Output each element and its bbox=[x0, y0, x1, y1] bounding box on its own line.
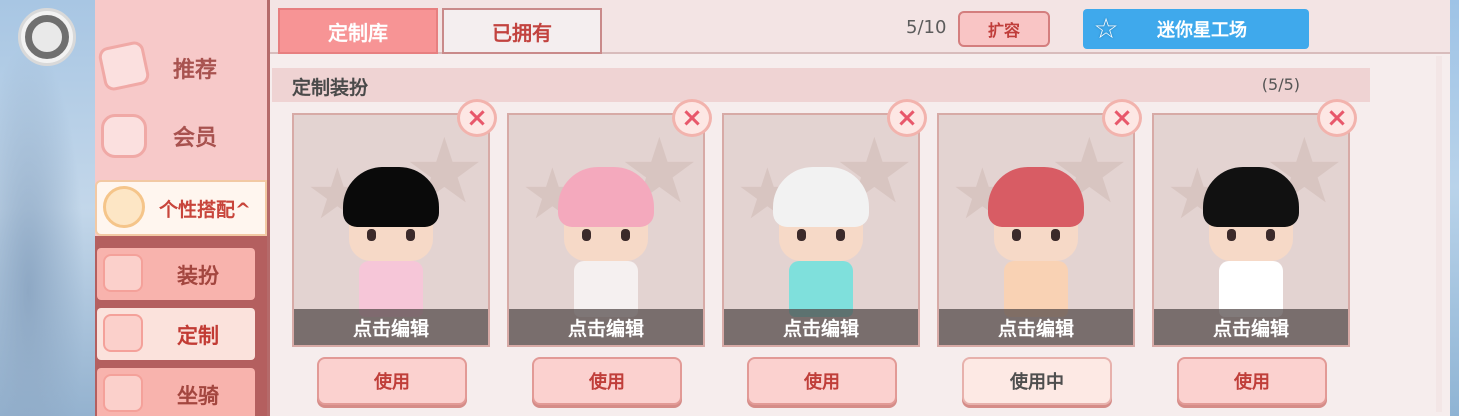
side-menu: 推荐 会员 个性搭配^ 装扮 定制 坐骑 bbox=[95, 0, 270, 416]
avatar-preview bbox=[771, 155, 871, 323]
factory-label: 迷你星工场 bbox=[1157, 20, 1247, 41]
edit-label[interactable]: 点击编辑 bbox=[939, 309, 1133, 345]
section-title: 定制装扮 bbox=[292, 77, 369, 99]
edit-label[interactable]: 点击编辑 bbox=[509, 309, 703, 345]
use-button[interactable]: 使用 bbox=[532, 357, 682, 405]
main-panel: 定制库 已拥有 5/10 扩容 ☆ 迷你星工场 定制装扮 (5/5) ★ ★ 点… bbox=[270, 0, 1450, 416]
delete-icon[interactable]: × bbox=[887, 99, 927, 137]
recommend-icon bbox=[96, 39, 152, 93]
scrollbar[interactable] bbox=[1436, 56, 1442, 412]
sub-item-label: 装扮 bbox=[177, 264, 219, 288]
sub-item-label: 坐骑 bbox=[177, 384, 219, 408]
submenu: 装扮 定制 坐骑 bbox=[95, 236, 267, 416]
sub-item-custom[interactable]: 定制 bbox=[97, 308, 255, 360]
side-item-label: 个性搭配 bbox=[159, 198, 236, 221]
avatar-preview bbox=[556, 155, 656, 323]
outfit-card[interactable]: ★ ★ 点击编辑 bbox=[507, 113, 705, 347]
sub-item-label: 定制 bbox=[177, 324, 219, 348]
mini-star-factory-button[interactable]: ☆ 迷你星工场 bbox=[1083, 9, 1309, 49]
use-button-in-use[interactable]: 使用中 bbox=[962, 357, 1112, 405]
side-item-style[interactable]: 个性搭配^ bbox=[95, 180, 267, 236]
star-icon: ☆ bbox=[1093, 12, 1119, 45]
chevron-up-icon: ^ bbox=[235, 198, 251, 221]
sub-item-mount[interactable]: 坐骑 bbox=[97, 368, 255, 416]
avatar-preview bbox=[1201, 155, 1301, 323]
side-item-recommend[interactable]: 推荐 bbox=[95, 38, 267, 98]
mount-icon bbox=[103, 374, 143, 412]
sub-item-costume[interactable]: 装扮 bbox=[97, 248, 255, 300]
delete-icon[interactable]: × bbox=[1102, 99, 1142, 137]
menu-circle-button[interactable] bbox=[18, 8, 76, 66]
tab-custom-library[interactable]: 定制库 bbox=[278, 8, 438, 54]
delete-icon[interactable]: × bbox=[672, 99, 712, 137]
expand-button[interactable]: 扩容 bbox=[958, 11, 1050, 47]
use-button[interactable]: 使用 bbox=[1177, 357, 1327, 405]
tab-owned[interactable]: 已拥有 bbox=[442, 8, 602, 54]
delete-icon[interactable]: × bbox=[457, 99, 497, 137]
section-count: (5/5) bbox=[1261, 75, 1300, 94]
outfit-card[interactable]: ★ ★ 点击编辑 bbox=[292, 113, 490, 347]
avatar-preview bbox=[341, 155, 441, 323]
side-item-label: 会员 bbox=[173, 126, 218, 151]
use-button[interactable]: 使用 bbox=[317, 357, 467, 405]
style-icon bbox=[103, 186, 145, 228]
member-icon bbox=[101, 114, 147, 158]
outfit-card[interactable]: ★ ★ 点击编辑 bbox=[937, 113, 1135, 347]
edit-label[interactable]: 点击编辑 bbox=[294, 309, 488, 345]
side-item-member[interactable]: 会员 bbox=[95, 106, 267, 166]
custom-icon bbox=[103, 314, 143, 352]
use-button[interactable]: 使用 bbox=[747, 357, 897, 405]
outfit-card[interactable]: ★ ★ 点击编辑 bbox=[1152, 113, 1350, 347]
side-item-label: 推荐 bbox=[173, 58, 218, 83]
delete-icon[interactable]: × bbox=[1317, 99, 1357, 137]
capacity-count: 5/10 bbox=[906, 17, 947, 38]
edit-label[interactable]: 点击编辑 bbox=[1154, 309, 1348, 345]
avatar-preview bbox=[986, 155, 1086, 323]
top-bar: 定制库 已拥有 5/10 扩容 ☆ 迷你星工场 bbox=[270, 0, 1450, 54]
section-header: 定制装扮 (5/5) bbox=[272, 68, 1370, 102]
costume-icon bbox=[103, 254, 143, 292]
edit-label[interactable]: 点击编辑 bbox=[724, 309, 918, 345]
outfit-card[interactable]: ★ ★ 点击编辑 bbox=[722, 113, 920, 347]
